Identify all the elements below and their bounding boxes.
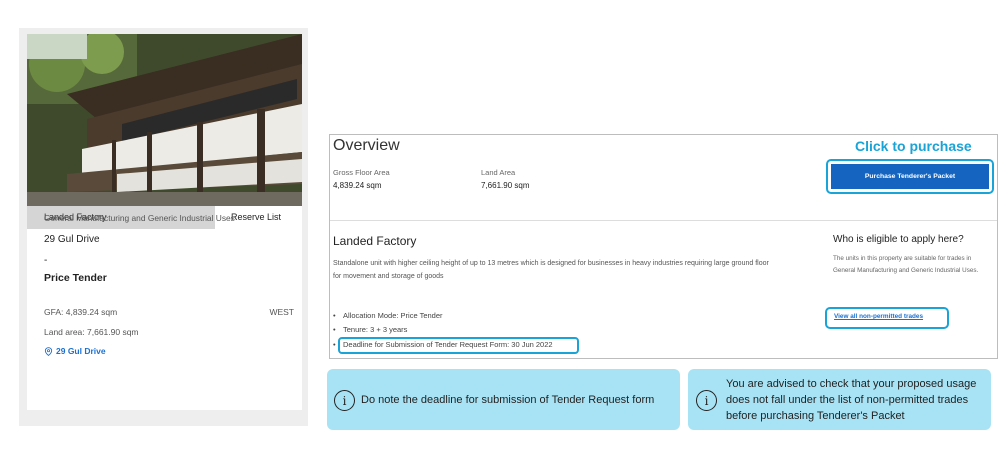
purchase-tenderer-packet-button[interactable]: Purchase Tenderer's Packet (831, 164, 989, 189)
overview-panel: Overview Click to purchase Gross Floor A… (329, 134, 998, 359)
deadline-note-text: Do note the deadline for submission of T… (361, 394, 655, 406)
deadline-note: i Do note the deadline for submission of… (327, 369, 680, 430)
land-area-value: 7,661.90 sqm (481, 181, 530, 190)
view-non-permitted-trades-link[interactable]: View all non-permitted trades (834, 313, 923, 320)
section-divider (330, 220, 997, 221)
info-icon: i (334, 390, 355, 411)
usage-note: i You are advised to check that your pro… (688, 369, 991, 430)
purchase-button-highlight: Purchase Tenderer's Packet (826, 159, 994, 194)
tender-type: Price Tender (44, 272, 107, 284)
usage-note-text: You are advised to check that your propo… (726, 378, 977, 422)
land-area-label: Land Area (481, 168, 516, 177)
bullet-text: Allocation Mode: Price Tender (343, 311, 443, 320)
eligibility-text: The units in this property are suitable … (833, 255, 979, 274)
land-area-value: Land area: 7,661.90 sqm (44, 327, 139, 337)
region-label: WEST (269, 307, 294, 317)
permitted-uses: General Manufacturing and Generic Indust… (44, 213, 235, 223)
gross-floor-area-value: 4,839.24 sqm (333, 181, 382, 190)
bullet-text: Tenure: 3 + 3 years (343, 325, 408, 334)
property-address: 29 Gul Drive (44, 234, 100, 245)
property-description: Standalone unit with higher ceiling heig… (333, 260, 769, 280)
map-location-link[interactable]: 29 Gul Drive (44, 346, 106, 356)
separator-text: - (44, 255, 48, 266)
overview-title: Overview (333, 137, 400, 154)
info-icon: i (696, 390, 717, 411)
property-photo (27, 34, 302, 206)
eligibility-title: Who is eligible to apply here? (833, 234, 964, 245)
bullet-tenure: • Tenure: 3 + 3 years (333, 325, 408, 334)
map-link-label[interactable]: 29 Gul Drive (56, 346, 106, 356)
gfa-value: GFA: 4,839.24 sqm (44, 307, 118, 317)
bullet-allocation-mode: • Allocation Mode: Price Tender (333, 311, 443, 320)
property-title: Landed Factory (333, 234, 417, 248)
deadline-highlight (338, 337, 579, 354)
gross-floor-area-label: Gross Floor Area (333, 168, 390, 177)
map-pin-icon (44, 346, 53, 356)
click-to-purchase-label: Click to purchase (855, 138, 972, 154)
non-permitted-link-highlight: View all non-permitted trades (825, 307, 949, 329)
